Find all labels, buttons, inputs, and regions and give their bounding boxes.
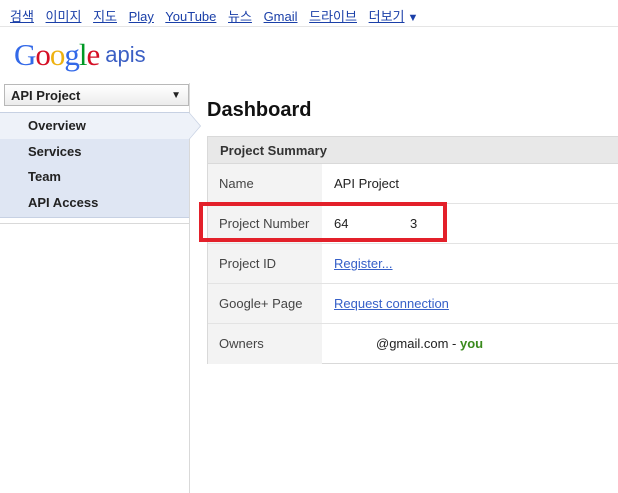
sidebar-item-services[interactable]: Services xyxy=(0,139,189,165)
row-label-owners: Owners xyxy=(208,324,322,364)
summary-row-project-number: Project Number 64 3 xyxy=(208,204,618,244)
gbar-link-images[interactable]: 이미지 xyxy=(46,9,82,24)
owner-separator: - xyxy=(448,336,460,351)
summary-row-name: Name API Project xyxy=(208,164,618,204)
project-number-part-right: 3 xyxy=(410,216,418,231)
summary-row-google-plus-page: Google+ Page Request connection xyxy=(208,284,618,324)
owners-value: @gmail.com - you xyxy=(334,336,483,351)
dropdown-arrow-icon: ▼ xyxy=(407,12,419,24)
chevron-down-icon: ▼ xyxy=(171,90,181,101)
gbar-link-news[interactable]: 뉴스 xyxy=(228,9,252,24)
sidebar-item-overview[interactable]: Overview xyxy=(0,113,189,139)
gbar-more-menu[interactable]: 더보기 ▼ xyxy=(369,9,419,24)
page-title: Dashboard xyxy=(207,99,312,121)
gbar-link-search[interactable]: 검색 xyxy=(10,9,34,24)
sidebar-empty-panel xyxy=(0,223,189,493)
gbar-link-play[interactable]: Play xyxy=(129,9,154,24)
owner-email: @gmail.com xyxy=(376,336,449,351)
sidebar-item-team[interactable]: Team xyxy=(0,164,189,190)
summary-row-owners: Owners @gmail.com - you xyxy=(208,324,618,364)
summary-row-project-id: Project ID Register... xyxy=(208,244,618,284)
project-summary-header: Project Summary xyxy=(208,137,618,164)
google-top-bar: 검색 이미지 지도 Play YouTube 뉴스 Gmail 드라이브 더보기… xyxy=(0,0,618,27)
row-label-google-plus-page: Google+ Page xyxy=(208,284,322,323)
gbar-link-more[interactable]: 더보기 xyxy=(369,9,405,24)
google-apis-logo[interactable]: Google apis xyxy=(14,37,146,77)
google-wordmark-letter: l xyxy=(78,37,88,72)
owner-you-badge: you xyxy=(460,336,484,351)
gbar-link-gmail[interactable]: Gmail xyxy=(264,9,298,24)
gbar-link-youtube[interactable]: YouTube xyxy=(165,9,216,24)
sidebar-item-api-access[interactable]: API Access xyxy=(0,190,189,216)
google-wordmark-letter: e xyxy=(86,37,101,72)
row-label-project-id: Project ID xyxy=(208,244,322,283)
google-wordmark: Google xyxy=(14,37,101,72)
row-label-project-number: Project Number xyxy=(208,204,322,243)
project-number-part-left: 64 xyxy=(334,216,349,231)
google-wordmark-letter: g xyxy=(64,37,79,72)
project-number-value: 64 3 xyxy=(334,216,417,231)
google-wordmark-letter: o xyxy=(49,37,65,72)
sidebar: API Project ▼ Overview Services Team API… xyxy=(0,83,190,493)
register-link[interactable]: Register... xyxy=(334,256,393,271)
google-wordmark-letter: o xyxy=(35,37,50,72)
google-wordmark-letter: G xyxy=(14,37,36,72)
gbar-link-maps[interactable]: 지도 xyxy=(93,9,117,24)
project-select[interactable]: API Project ▼ xyxy=(4,84,189,106)
google-bar-links: 검색 이미지 지도 Play YouTube 뉴스 Gmail 드라이브 더보기… xyxy=(10,6,418,25)
project-name-value: API Project xyxy=(334,176,400,191)
project-select-value: API Project xyxy=(11,88,81,103)
project-summary-table: Project Summary Name API Project Project… xyxy=(207,136,618,364)
project-id-value: Register... xyxy=(334,256,393,271)
request-connection-link[interactable]: Request connection xyxy=(334,296,449,311)
google-plus-page-value: Request connection xyxy=(334,296,449,311)
gbar-link-drive[interactable]: 드라이브 xyxy=(309,9,357,24)
active-nav-pointer xyxy=(189,113,200,139)
apis-wordmark: apis xyxy=(105,42,146,67)
sidebar-nav: Overview Services Team API Access xyxy=(0,112,189,218)
row-label-name: Name xyxy=(208,164,322,203)
